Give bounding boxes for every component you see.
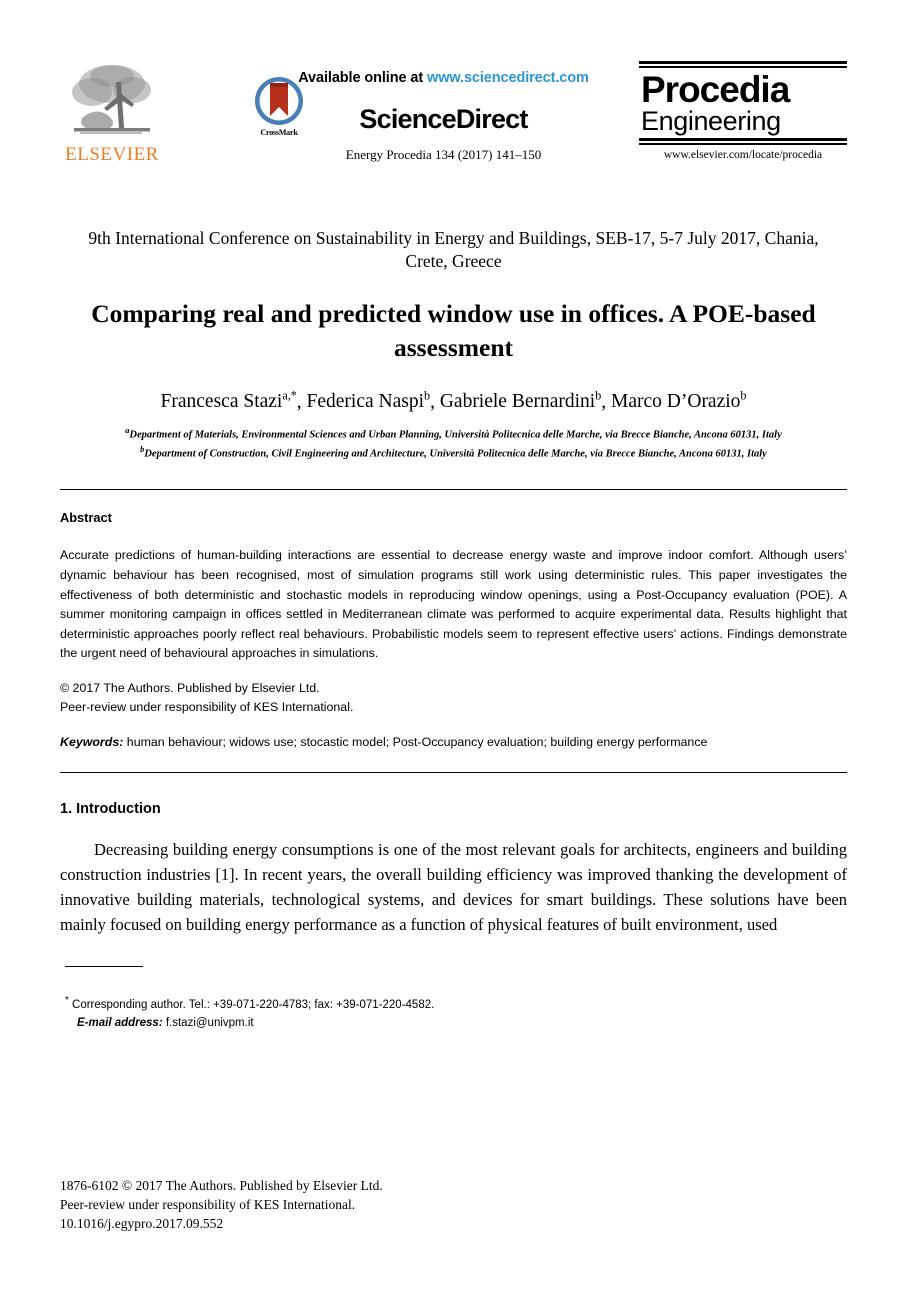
author-entry: Francesca Stazia,* bbox=[160, 388, 297, 413]
author-name: Marco D’Orazio bbox=[611, 391, 741, 412]
affiliation-list: aDepartment of Materials, Environmental … bbox=[60, 425, 847, 462]
sciencedirect-url-link[interactable]: www.sciencedirect.com bbox=[427, 70, 589, 86]
procedia-engineering-logo: Procedia Engineering www.elsevier.com/lo… bbox=[639, 61, 847, 161]
procedia-url[interactable]: www.elsevier.com/locate/procedia bbox=[639, 149, 847, 161]
author-affiliation-marker: b bbox=[740, 388, 747, 403]
abstract-bottom-divider bbox=[60, 771, 847, 773]
author-name: Gabriele Bernardini bbox=[439, 391, 596, 412]
author-separator: , bbox=[296, 391, 307, 412]
email-address-value[interactable]: f.stazi@univpm.it bbox=[163, 1017, 254, 1029]
author-entry: Gabriele Bernardinib bbox=[439, 389, 601, 413]
keywords-line: Keywords: human behaviour; widows use; s… bbox=[60, 733, 847, 753]
author-entry: Federica Naspib bbox=[306, 389, 431, 413]
footnote-divider bbox=[65, 966, 143, 967]
keywords-text: human behaviour; widows use; stocastic m… bbox=[123, 735, 708, 750]
procedia-rule-top bbox=[639, 61, 847, 68]
available-online-line: Available online at www.sciencedirect.co… bbox=[270, 70, 617, 86]
corresponding-author-note: * Corresponding author. Tel.: +39-071-22… bbox=[65, 993, 847, 1015]
journal-reference: Energy Procedia 134 (2017) 141–150 bbox=[345, 147, 542, 162]
author-list: Francesca Stazia,*, Federica Naspib, Gab… bbox=[60, 389, 847, 415]
abstract-top-divider bbox=[60, 489, 847, 491]
author-name: Federica Naspi bbox=[306, 391, 425, 412]
copyright-line-2: Peer-review under responsibility of KES … bbox=[60, 699, 354, 714]
footer-line-issn-copyright: 1876-6102 © 2017 The Authors. Published … bbox=[60, 1178, 383, 1193]
author-separator: , bbox=[430, 391, 440, 412]
abstract-body: Accurate predictions of human-building i… bbox=[60, 548, 847, 661]
footer-line-peer-review: Peer-review under responsibility of KES … bbox=[60, 1197, 356, 1213]
introduction-paragraph: Decreasing building energy consumptions … bbox=[60, 839, 847, 934]
page-footer: 1876-6102 © 2017 The Authors. Published … bbox=[60, 1176, 847, 1233]
sciencedirect-block: Available online at www.sciencedirect.co… bbox=[270, 70, 617, 163]
affiliation-item: aDepartment of Materials, Environmental … bbox=[64, 425, 843, 443]
abstract-section: Abstract Accurate predictions of human-b… bbox=[60, 508, 847, 753]
affiliation-text: Department of Construction, Civil Engine… bbox=[144, 448, 767, 460]
section-heading-introduction: 1. Introduction bbox=[60, 800, 161, 817]
corresponding-author-text: Corresponding author. Tel.: +39-071-220-… bbox=[68, 998, 435, 1011]
elsevier-logo: ELSEVIER bbox=[62, 62, 162, 164]
author-affiliation-marker: a,* bbox=[282, 388, 297, 403]
affiliation-text: Department of Materials, Environmental S… bbox=[129, 429, 782, 441]
page-title: Comparing real and predicted window use … bbox=[91, 299, 816, 363]
affiliation-item: bDepartment of Construction, Civil Engin… bbox=[64, 444, 843, 462]
sciencedirect-wordmark: ScienceDirect bbox=[359, 104, 528, 134]
author-name: Francesca Stazi bbox=[160, 391, 283, 412]
procedia-rule-bottom bbox=[639, 138, 847, 146]
keywords-label: Keywords: bbox=[60, 735, 124, 750]
paper-page: ELSEVIER CrossMark Available online at w… bbox=[0, 58, 907, 1296]
email-address-label: E-mail address: bbox=[77, 1016, 163, 1029]
author-separator: , bbox=[601, 391, 612, 412]
abstract-heading: Abstract bbox=[60, 510, 112, 526]
available-online-prefix: Available online at bbox=[298, 70, 428, 86]
procedia-logo-line1: Procedia bbox=[641, 69, 790, 110]
author-entry: Marco D’Oraziob bbox=[611, 388, 747, 413]
abstract-copyright: © 2017 The Authors. Published by Elsevie… bbox=[60, 679, 847, 716]
footnote-lines: * Corresponding author. Tel.: +39-071-22… bbox=[60, 993, 847, 1032]
footer-line-doi: 10.1016/j.egypro.2017.09.552 bbox=[60, 1216, 224, 1232]
footnote-area: * Corresponding author. Tel.: +39-071-22… bbox=[60, 966, 847, 1032]
conference-line: 9th International Conference on Sustaina… bbox=[88, 228, 819, 272]
elsevier-wordmark: ELSEVIER bbox=[65, 144, 159, 165]
copyright-line-1: © 2017 The Authors. Published by Elsevie… bbox=[60, 680, 320, 695]
procedia-logo-line2: Engineering bbox=[641, 106, 781, 137]
footnote-email-line: E-mail address: f.stazi@univpm.it bbox=[65, 1015, 847, 1033]
journal-masthead: ELSEVIER CrossMark Available online at w… bbox=[60, 58, 847, 193]
elsevier-tree-icon bbox=[72, 65, 151, 134]
